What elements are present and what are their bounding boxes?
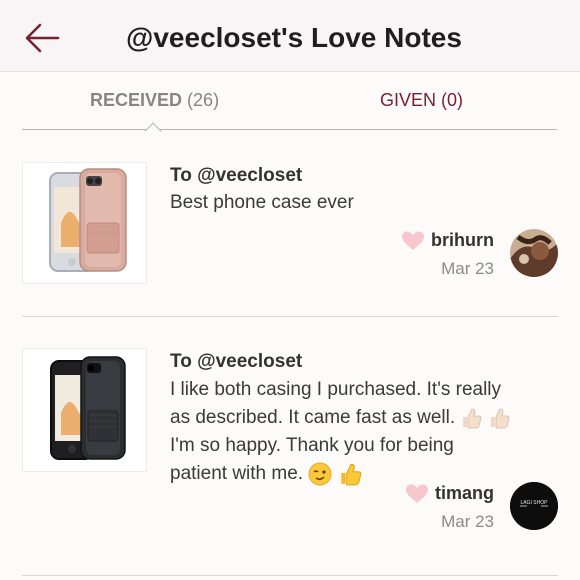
note-message-line: I'm so happy. Thank you for being bbox=[170, 435, 454, 456]
note-message: Best phone case ever bbox=[170, 192, 354, 213]
note-message-line: as described. It came fast as well. bbox=[170, 404, 555, 432]
note-date: Mar 23 bbox=[441, 259, 494, 278]
heart-icon bbox=[405, 484, 428, 503]
love-note: To @veecloset I like both casing I purch… bbox=[22, 318, 558, 576]
note-message-text: as described. It came fast as well. bbox=[170, 407, 456, 428]
note-message-line: patient with me. bbox=[170, 460, 555, 488]
note-date: Mar 23 bbox=[441, 512, 494, 531]
winking-face-icon bbox=[308, 462, 332, 486]
thumbs-up-icon bbox=[340, 463, 361, 486]
thumbs-up-icon bbox=[463, 408, 482, 429]
tab-received-count: (26) bbox=[187, 90, 220, 110]
love-note: To @veecloset Best phone case ever brihu… bbox=[22, 130, 558, 317]
tab-bar: RECEIVED (26) GIVEN (0) bbox=[22, 72, 557, 140]
note-sender: brihurn Mar 23 bbox=[401, 230, 494, 279]
note-message-text: patient with me. bbox=[170, 463, 304, 484]
note-recipient: To @veecloset bbox=[170, 165, 303, 186]
black-phone-case-image bbox=[50, 356, 126, 460]
note-message: I like both casing I purchased. It's rea… bbox=[170, 376, 555, 488]
tab-given[interactable]: GIVEN (0) bbox=[380, 90, 463, 111]
brihurn-avatar-image bbox=[510, 229, 558, 277]
product-thumbnail[interactable] bbox=[22, 162, 147, 284]
tab-received[interactable]: RECEIVED (26) bbox=[90, 90, 219, 111]
tab-given-count: (0) bbox=[441, 90, 464, 110]
note-message-line: I like both casing I purchased. It's rea… bbox=[170, 379, 502, 400]
avatar-logo-text: LAGI SHOP bbox=[521, 500, 549, 506]
avatar[interactable]: LAGI SHOP bbox=[510, 482, 558, 530]
product-thumbnail[interactable] bbox=[22, 348, 147, 472]
note-sender: timang Mar 23 bbox=[405, 483, 494, 532]
tab-given-label: GIVEN bbox=[380, 90, 437, 110]
avatar[interactable] bbox=[510, 229, 558, 277]
note-recipient: To @veecloset bbox=[170, 351, 303, 372]
page-title: @veecloset's Love Notes bbox=[126, 22, 462, 53]
heart-icon bbox=[402, 231, 424, 250]
rose-gold-phone-case-image bbox=[49, 168, 127, 272]
sender-username[interactable]: brihurn bbox=[431, 230, 494, 251]
sender-username[interactable]: timang bbox=[435, 483, 494, 504]
timang-avatar-image: LAGI SHOP bbox=[510, 482, 558, 530]
app-header: @veecloset's Love Notes bbox=[0, 0, 580, 72]
thumbs-up-icon bbox=[490, 408, 510, 429]
tab-received-label: RECEIVED bbox=[90, 90, 183, 110]
